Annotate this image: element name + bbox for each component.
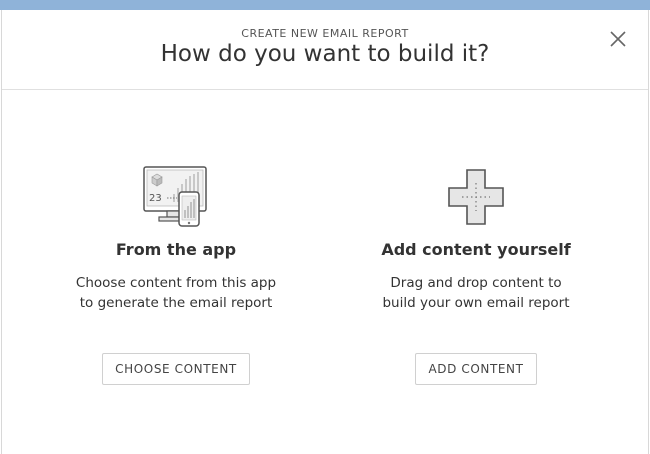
option-title: From the app — [115, 240, 237, 259]
plus-icon — [448, 169, 504, 225]
modal-eyebrow: CREATE NEW EMAIL REPORT — [241, 27, 409, 40]
close-icon — [610, 31, 626, 47]
modal-header: CREATE NEW EMAIL REPORT How do you want … — [2, 10, 648, 90]
close-button[interactable] — [608, 29, 628, 49]
option-title: Add content yourself — [381, 240, 571, 259]
description-line: Choose content from this app — [75, 275, 277, 291]
add-content-button[interactable]: ADD CONTENT — [415, 353, 537, 385]
option-description: Drag and drop content to build your own … — [346, 273, 606, 313]
email-report-modal: CREATE NEW EMAIL REPORT How do you want … — [1, 10, 649, 454]
modal-title: How do you want to build it? — [160, 41, 490, 67]
choose-content-button[interactable]: CHOOSE CONTENT — [102, 353, 250, 385]
backdrop — [0, 0, 650, 10]
icon-number: 23 — [149, 193, 162, 204]
description-line: to generate the email report — [79, 295, 273, 311]
option-from-app: 23 From the app Choose content from this… — [46, 166, 306, 385]
option-description: Choose content from this app to generate… — [46, 273, 306, 313]
devices-dashboard-icon: 23 — [143, 166, 207, 227]
description-line: build your own email report — [382, 295, 570, 311]
option-add-yourself: Add content yourself Drag and drop conte… — [346, 166, 606, 385]
description-line: Drag and drop content to — [390, 275, 562, 291]
